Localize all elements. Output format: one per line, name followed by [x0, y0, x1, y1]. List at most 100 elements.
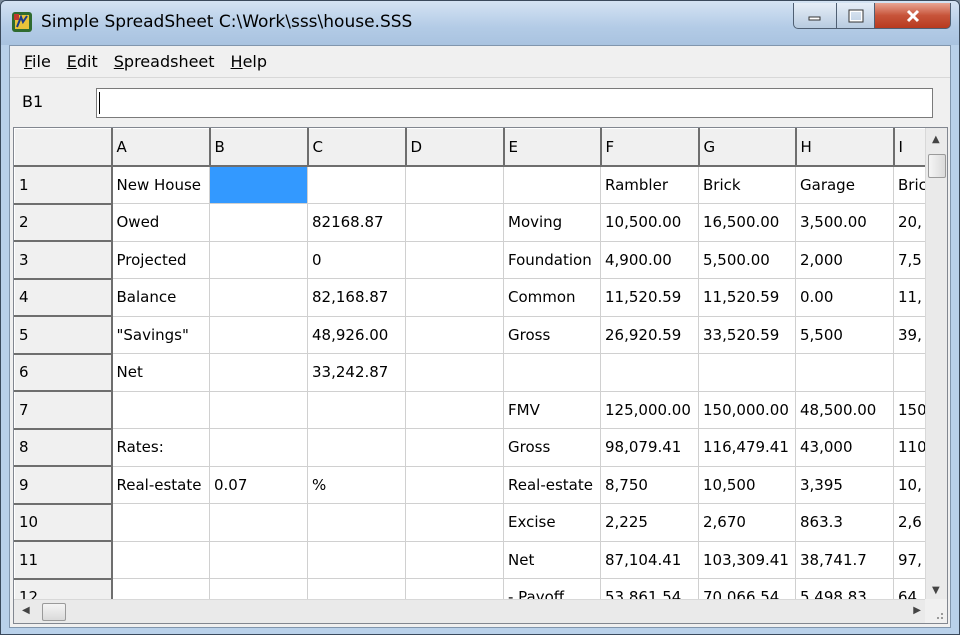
cell-c8[interactable] — [307, 428, 406, 467]
row-header[interactable]: 3 — [14, 240, 113, 280]
cell-a2[interactable]: Owed — [111, 203, 210, 242]
cell-c5[interactable]: 48,926.00 — [307, 315, 406, 354]
cell-e9[interactable]: Real-estate — [503, 465, 601, 504]
cell-c1[interactable] — [307, 165, 406, 204]
cell-d4[interactable] — [405, 278, 504, 317]
cell-b9[interactable]: 0.07 — [209, 465, 308, 504]
cell-e11[interactable]: Net — [503, 540, 601, 579]
cell-e6[interactable] — [503, 353, 601, 392]
cell-b4[interactable] — [209, 278, 308, 317]
column-header-b[interactable]: B — [209, 128, 309, 167]
cell-h4[interactable]: 0.00 — [795, 278, 894, 317]
column-header-f[interactable]: F — [600, 128, 700, 167]
cell-d9[interactable] — [405, 465, 504, 504]
formula-input[interactable] — [96, 88, 933, 118]
cell-g6[interactable] — [698, 353, 796, 392]
row-header[interactable]: 2 — [14, 203, 113, 242]
cell-c2[interactable]: 82168.87 — [307, 203, 406, 242]
cell-d6[interactable] — [405, 353, 504, 392]
column-header-e[interactable]: E — [503, 128, 602, 167]
scroll-right-arrow-icon[interactable]: ▶ — [913, 605, 921, 616]
cell-g5[interactable]: 33,520.59 — [698, 315, 796, 354]
cell-c6[interactable]: 33,242.87 — [307, 353, 406, 392]
maximize-button[interactable] — [837, 3, 875, 29]
scroll-up-arrow-icon[interactable]: ▲ — [932, 134, 940, 145]
cell-b8[interactable] — [209, 428, 308, 467]
cell-f2[interactable]: 10,500.00 — [600, 203, 699, 242]
cell-f8[interactable]: 98,079.41 — [600, 428, 699, 467]
vertical-scroll-thumb[interactable] — [928, 154, 946, 178]
row-header[interactable]: 1 — [14, 165, 113, 205]
cell-a11[interactable] — [111, 540, 210, 579]
scroll-down-arrow-icon[interactable]: ▼ — [932, 585, 940, 596]
cell-e7[interactable]: FMV — [503, 390, 601, 429]
cell-b2[interactable] — [209, 203, 308, 242]
cell-h8[interactable]: 43,000 — [795, 428, 894, 467]
cell-h7[interactable]: 48,500.00 — [795, 390, 894, 429]
row-header[interactable]: 4 — [14, 278, 113, 317]
cell-g8[interactable]: 116,479.41 — [698, 428, 796, 467]
cell-h1[interactable]: Garage — [795, 165, 894, 204]
cell-g3[interactable]: 5,500.00 — [698, 240, 796, 279]
row-header[interactable]: 7 — [14, 390, 113, 430]
cell-e8[interactable]: Gross — [503, 428, 601, 467]
horizontal-scrollbar[interactable]: ◀ ▶ — [14, 599, 927, 623]
cell-f6[interactable] — [600, 353, 699, 392]
row-header[interactable]: 5 — [14, 315, 113, 355]
cell-e5[interactable]: Gross — [503, 315, 601, 354]
vertical-scrollbar[interactable]: ▲ ▼ — [925, 128, 947, 600]
cell-b6[interactable] — [209, 353, 308, 392]
cell-g9[interactable]: 10,500 — [698, 465, 796, 504]
row-header[interactable]: 9 — [14, 465, 113, 505]
row-header[interactable]: 6 — [14, 353, 113, 392]
cell-h10[interactable]: 863.3 — [795, 503, 894, 542]
cell-c3[interactable]: 0 — [307, 240, 406, 279]
cell-c7[interactable] — [307, 390, 406, 429]
menu-file[interactable]: File — [16, 52, 59, 71]
cell-b11[interactable] — [209, 540, 308, 579]
cell-h9[interactable]: 3,395 — [795, 465, 894, 504]
cell-b5[interactable] — [209, 315, 308, 354]
cell-a8[interactable]: Rates: — [111, 428, 210, 467]
cell-d1[interactable] — [405, 165, 504, 204]
minimize-button[interactable] — [793, 3, 837, 29]
cell-b3[interactable] — [209, 240, 308, 279]
column-header-h[interactable]: H — [795, 128, 895, 167]
cell-c11[interactable] — [307, 540, 406, 579]
cell-f1[interactable]: Rambler — [600, 165, 699, 204]
cell-d3[interactable] — [405, 240, 504, 279]
cell-c4[interactable]: 82,168.87 — [307, 278, 406, 317]
cell-f4[interactable]: 11,520.59 — [600, 278, 699, 317]
column-header-d[interactable]: D — [405, 128, 505, 167]
cell-d7[interactable] — [405, 390, 504, 429]
cell-a4[interactable]: Balance — [111, 278, 210, 317]
cell-g10[interactable]: 2,670 — [698, 503, 796, 542]
cell-e1[interactable] — [503, 165, 601, 204]
cell-g11[interactable]: 103,309.41 — [698, 540, 796, 579]
cell-a7[interactable] — [111, 390, 210, 429]
cell-g1[interactable]: Brick — [698, 165, 796, 204]
cell-f11[interactable]: 87,104.41 — [600, 540, 699, 579]
cell-c10[interactable] — [307, 503, 406, 542]
spreadsheet-grid[interactable]: ABCDEFGHI 1 New House Rambler Brick Garage Br… — [13, 127, 948, 624]
cell-a1[interactable]: New House — [111, 165, 210, 204]
cell-d5[interactable] — [405, 315, 504, 354]
cell-a3[interactable]: Projected — [111, 240, 210, 279]
cell-f7[interactable]: 125,000.00 — [600, 390, 699, 429]
cell-b1[interactable] — [209, 165, 308, 204]
size-grip-icon[interactable] — [925, 599, 947, 623]
cell-f5[interactable]: 26,920.59 — [600, 315, 699, 354]
cell-d11[interactable] — [405, 540, 504, 579]
cell-h5[interactable]: 5,500 — [795, 315, 894, 354]
cell-d2[interactable] — [405, 203, 504, 242]
cell-e10[interactable]: Excise — [503, 503, 601, 542]
menu-help[interactable]: Help — [223, 52, 275, 71]
column-header-g[interactable]: G — [698, 128, 797, 167]
cell-e4[interactable]: Common — [503, 278, 601, 317]
cell-b7[interactable] — [209, 390, 308, 429]
column-header-a[interactable]: A — [111, 128, 211, 167]
cell-f9[interactable]: 8,750 — [600, 465, 699, 504]
cell-f10[interactable]: 2,225 — [600, 503, 699, 542]
corner-cell[interactable] — [14, 128, 113, 167]
title-bar[interactable]: Simple SpreadSheet C:\Work\sss\house.SSS — [1, 1, 959, 45]
